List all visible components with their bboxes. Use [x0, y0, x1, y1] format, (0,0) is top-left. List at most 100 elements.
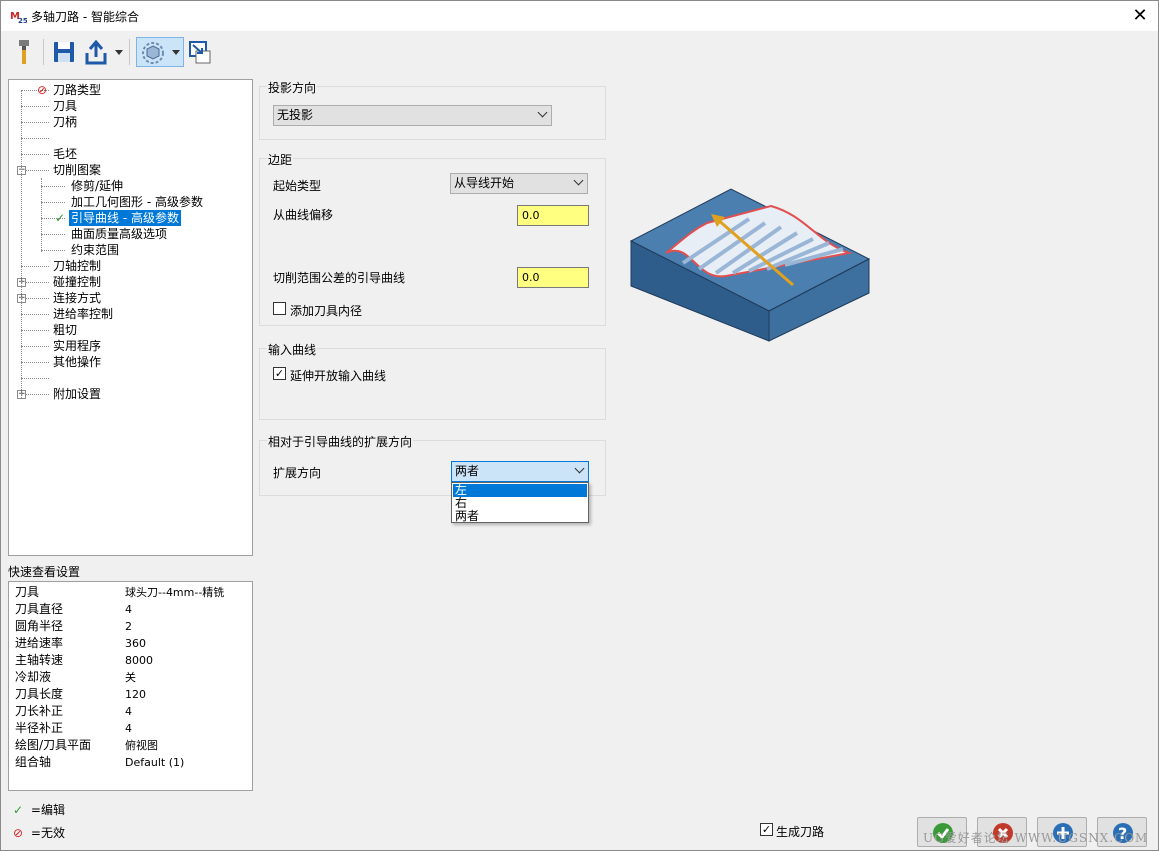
tolerance-input[interactable]: 0.0 [517, 267, 589, 288]
margin-group-label: 边距 [267, 151, 294, 168]
quick-view-key: 绘图/刀具平面 [15, 738, 92, 752]
tree-item[interactable]: 进给率控制 [53, 306, 113, 322]
extend-curve-checkbox[interactable]: ✓ [273, 367, 286, 380]
quick-view-value: 4 [125, 705, 132, 718]
input-curve-group-label: 输入曲线 [267, 341, 318, 358]
tree-item[interactable]: 刀具 [53, 98, 77, 114]
quick-view-value: 4 [125, 603, 132, 616]
tree-connector [41, 250, 65, 251]
tree-item[interactable]: 曲面质量高级选项 [71, 226, 167, 242]
chevron-down-icon [172, 50, 180, 55]
tree-connector [21, 378, 49, 379]
view-button[interactable] [136, 37, 184, 67]
tree-connector [41, 234, 65, 235]
quick-view-key: 进给速率 [15, 636, 64, 650]
quick-view-value: 4 [125, 722, 132, 735]
quick-view-panel: 刀具 球头刀--4mm--精铣 刀具直径 4 圆角半径 2 进给速率 360 主轴转速 8000 冷… [8, 581, 253, 791]
tree-connector [21, 314, 49, 315]
save-icon[interactable] [51, 37, 77, 67]
close-icon[interactable]: ✕ [1130, 6, 1150, 26]
edited-icon: ✓ [55, 211, 66, 225]
start-type-label: 起始类型 [273, 179, 322, 193]
tree-item[interactable]: 修剪/延伸 [71, 178, 123, 194]
tree-item[interactable]: 毛坯 [53, 146, 77, 162]
projection-select[interactable]: 无投影 [273, 105, 552, 126]
svg-text:25: 25 [18, 17, 27, 25]
quick-view-key: 半径补正 [15, 721, 64, 735]
projection-group-label: 投影方向 [267, 79, 318, 96]
quick-view-title: 快速查看设置 [8, 565, 81, 579]
quick-view-value: 2 [125, 620, 132, 633]
tree-item[interactable]: 引导曲线 - 高级参数 [69, 210, 181, 226]
tree-connector [21, 266, 49, 267]
dropdown-option-both[interactable]: 两者 [453, 510, 587, 523]
guide-curve-illustration [629, 188, 871, 342]
generate-toolpath-checkbox[interactable]: ✓ [760, 823, 773, 836]
dropdown-option-left[interactable]: 左 [453, 484, 587, 497]
quick-view-value: 8000 [125, 654, 153, 667]
title-bar: M 25 多轴刀路 - 智能综合 ✕ [1, 1, 1158, 31]
chevron-down-icon [574, 463, 585, 474]
offset-label: 从曲线偏移 [273, 208, 334, 222]
tree-item[interactable]: 刀轴控制 [53, 258, 101, 274]
tree-item[interactable]: 加工几何图形 - 高级参数 [71, 194, 203, 210]
hammer-icon[interactable] [13, 37, 35, 67]
quick-view-key: 组合轴 [15, 755, 52, 769]
extension-dropdown-list: 左 右 两者 [451, 482, 589, 523]
quick-view-key: 圆角半径 [15, 619, 64, 633]
tree-item[interactable]: 实用程序 [53, 338, 101, 354]
dialog-window: M 25 多轴刀路 - 智能综合 ✕ ⊘ 刀路类型 刀具 刀柄 毛坯 − 切削图… [0, 0, 1159, 851]
tree-connector [21, 362, 49, 363]
tree-connector [41, 202, 65, 203]
tree-item[interactable]: 附加设置 [53, 386, 101, 402]
extension-dir-label: 扩展方向 [273, 466, 322, 480]
tree-item[interactable]: 刀柄 [53, 114, 77, 130]
extend-curve-label: 延伸开放输入曲线 [290, 369, 387, 383]
quick-view-value: 关 [125, 671, 136, 684]
tree-item[interactable]: 碰撞控制 [53, 274, 101, 290]
quick-view-key: 刀具 [15, 585, 40, 599]
add-radius-checkbox[interactable] [273, 302, 286, 315]
quick-view-value: 120 [125, 688, 146, 701]
extension-dir-select[interactable]: 两者 [451, 461, 589, 482]
quick-view-value: Default (1) [125, 756, 185, 769]
export-icon[interactable] [83, 37, 111, 67]
start-type-select[interactable]: 从导线开始 [450, 173, 588, 194]
tree-item[interactable]: 约束范围 [71, 242, 119, 258]
chevron-down-icon [537, 107, 548, 118]
quick-view-key: 刀具直径 [15, 602, 64, 616]
nav-tree: ⊘ 刀路类型 刀具 刀柄 毛坯 − 切削图案 修剪/延伸 加工几何图形 - 高级参数 ✓ 引导曲线 … [8, 79, 253, 556]
tree-item[interactable]: 刀路类型 [53, 82, 101, 98]
quick-view-value: 360 [125, 637, 146, 650]
tree-connector [41, 186, 65, 187]
add-radius-label: 添加刀具内径 [290, 304, 363, 318]
input-curve-group [259, 348, 606, 420]
quick-view-value: 球头刀--4mm--精铣 [125, 586, 225, 599]
tree-item[interactable]: 粗切 [53, 322, 77, 338]
app-logo-icon: M 25 [10, 9, 27, 25]
chevron-down-icon [573, 175, 584, 186]
quick-view-key: 刀长补正 [15, 704, 64, 718]
tree-connector [21, 154, 49, 155]
tree-connector [21, 330, 49, 331]
tree-item[interactable]: 其他操作 [53, 354, 101, 370]
invalid-icon: ⊘ [37, 83, 48, 97]
quick-view-key: 主轴转速 [15, 653, 64, 667]
offset-input[interactable]: 0.0 [517, 205, 589, 226]
tree-item[interactable]: 连接方式 [53, 290, 101, 306]
extension-group-label: 相对于引导曲线的扩展方向 [267, 433, 414, 450]
legend-invalid: ⊘ =无效 [13, 826, 65, 840]
toolbar [1, 31, 1158, 73]
watermark: UG爱好者论坛 WWW.UGSNX.COM [923, 831, 1149, 845]
chevron-down-icon[interactable] [113, 37, 125, 67]
edited-icon: ✓ [13, 803, 24, 817]
tree-connector [21, 346, 49, 347]
window-arrow-icon[interactable] [187, 37, 213, 67]
tree-item[interactable]: 切削图案 [53, 162, 101, 178]
quick-view-value: 俯视图 [125, 739, 158, 752]
quick-view-key: 刀具长度 [15, 687, 64, 701]
check-icon: ✓ [761, 823, 772, 836]
tolerance-label: 切削范围公差的引导曲线 [273, 271, 406, 285]
view-cube-icon [142, 42, 164, 64]
generate-toolpath-label: 生成刀路 [776, 825, 825, 839]
